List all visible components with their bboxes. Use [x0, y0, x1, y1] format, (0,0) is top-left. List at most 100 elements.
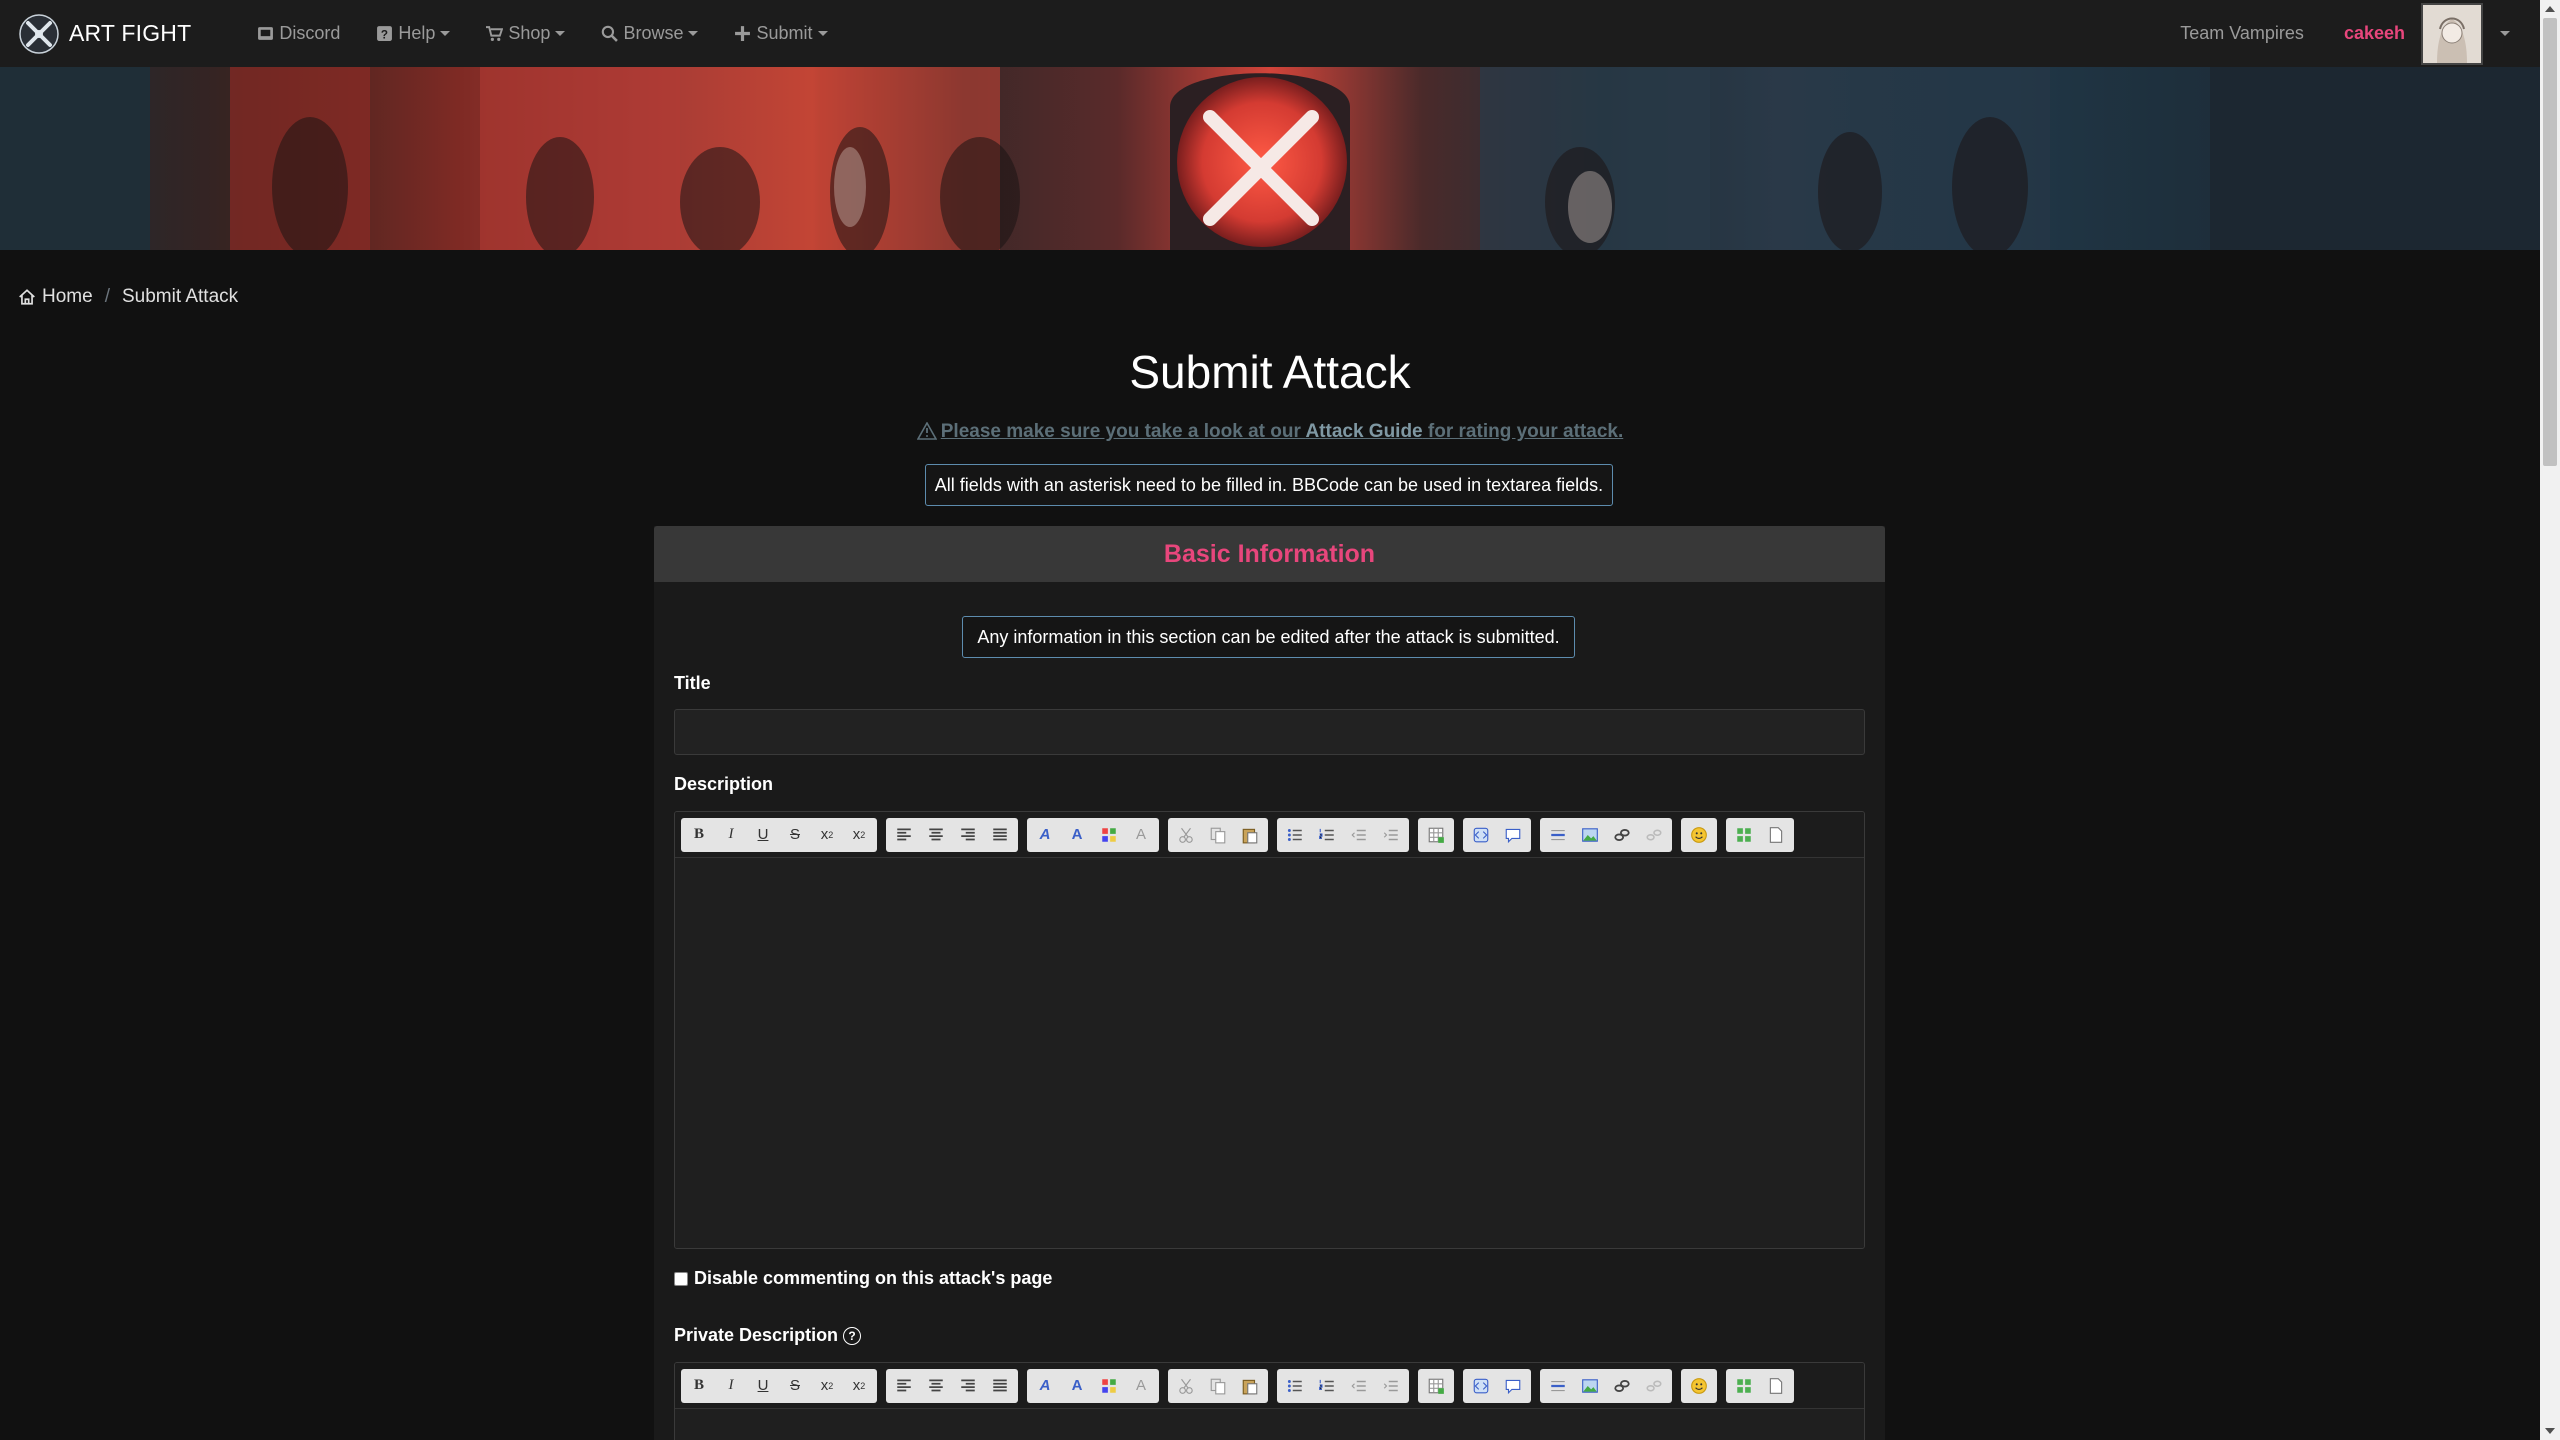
cart-icon	[486, 26, 504, 41]
image-icon[interactable]	[1574, 1371, 1606, 1401]
toolbar-group	[1463, 817, 1531, 852]
remove-format-icon[interactable]: A	[1125, 820, 1157, 850]
chevron-down-icon	[817, 31, 828, 36]
align-right-icon[interactable]	[952, 1371, 984, 1401]
source-icon[interactable]	[1760, 820, 1792, 850]
scroll-down-arrow-icon[interactable]	[2545, 1428, 2555, 1434]
link-icon[interactable]	[1606, 820, 1638, 850]
chevron-down-icon	[555, 31, 566, 36]
scroll-up-arrow-icon[interactable]	[2545, 6, 2555, 12]
description-toolbar: BIUSx2x2AAA	[675, 812, 1864, 858]
align-center-icon[interactable]	[920, 820, 952, 850]
font-icon[interactable]: A	[1029, 1371, 1061, 1401]
justify-icon[interactable]	[984, 1371, 1016, 1401]
underline-icon[interactable]: U	[747, 820, 779, 850]
horizontal-rule-icon[interactable]	[1542, 820, 1574, 850]
user-menu-chevron-icon[interactable]	[2500, 31, 2510, 36]
link-icon[interactable]	[1606, 1371, 1638, 1401]
title-input[interactable]	[674, 709, 1865, 755]
subscript-icon[interactable]: x2	[811, 1371, 843, 1401]
indent-icon[interactable]	[1375, 820, 1407, 850]
paste-icon[interactable]	[1234, 820, 1266, 850]
align-center-icon[interactable]	[920, 1371, 952, 1401]
attack-guide-link[interactable]: Attack Guide	[1305, 421, 1422, 442]
maximize-icon[interactable]	[1728, 820, 1760, 850]
font-size-icon[interactable]: A	[1061, 820, 1093, 850]
question-icon: ?	[377, 26, 393, 41]
avatar[interactable]	[2421, 2, 2483, 65]
bullet-list-icon[interactable]	[1279, 820, 1311, 850]
breadcrumb-current: Submit Attack	[121, 286, 239, 307]
outdent-icon[interactable]	[1343, 820, 1375, 850]
bold-icon[interactable]: B	[683, 820, 715, 850]
align-right-icon[interactable]	[952, 820, 984, 850]
code-icon[interactable]	[1465, 820, 1497, 850]
username-link[interactable]: cakeeh	[2344, 23, 2405, 44]
code-icon[interactable]	[1465, 1371, 1497, 1401]
emoji-icon[interactable]	[1683, 820, 1715, 850]
nav-shop[interactable]: Shop	[486, 23, 566, 44]
brand-name: ART FIGHT	[69, 20, 192, 46]
nav-browse[interactable]: Browse	[601, 23, 699, 44]
source-icon[interactable]	[1760, 1371, 1792, 1401]
nav-submit-label: Submit	[756, 23, 813, 43]
top-navbar: ART FIGHT Discord ? Help Shop Browse Sub…	[0, 0, 2540, 67]
breadcrumb-home-link[interactable]: Home	[42, 286, 93, 308]
ordered-list-icon[interactable]	[1311, 820, 1343, 850]
underline-icon[interactable]: U	[747, 1371, 779, 1401]
table-icon[interactable]	[1420, 1371, 1452, 1401]
color-icon[interactable]	[1093, 820, 1125, 850]
superscript-icon[interactable]: x2	[843, 820, 875, 850]
indent-icon[interactable]	[1375, 1371, 1407, 1401]
align-left-icon[interactable]	[888, 820, 920, 850]
description-editor[interactable]: BIUSx2x2AAA	[674, 811, 1865, 1249]
unlink-icon[interactable]	[1638, 820, 1670, 850]
page-scrollbar[interactable]	[2540, 0, 2560, 1440]
nav-help[interactable]: ? Help	[376, 23, 451, 44]
disable-comments-label[interactable]: Disable commenting on this attack's page	[694, 1268, 1052, 1289]
ordered-list-icon[interactable]	[1311, 1371, 1343, 1401]
color-icon[interactable]	[1093, 1371, 1125, 1401]
italic-icon[interactable]: I	[715, 820, 747, 850]
copy-icon[interactable]	[1202, 1371, 1234, 1401]
align-left-icon[interactable]	[888, 1371, 920, 1401]
search-icon	[602, 25, 619, 42]
team-link[interactable]: Team Vampires	[2180, 23, 2304, 44]
horizontal-rule-icon[interactable]	[1542, 1371, 1574, 1401]
private-description-textarea[interactable]	[675, 1409, 1864, 1440]
toolbar-group	[1726, 1368, 1794, 1403]
paste-icon[interactable]	[1234, 1371, 1266, 1401]
outdent-icon[interactable]	[1343, 1371, 1375, 1401]
remove-format-icon[interactable]: A	[1125, 1371, 1157, 1401]
cut-icon[interactable]	[1170, 1371, 1202, 1401]
strikethrough-icon[interactable]: S	[779, 820, 811, 850]
brand-link[interactable]: ART FIGHT	[18, 13, 191, 55]
quote-icon[interactable]	[1497, 820, 1529, 850]
art-fight-logo	[19, 13, 59, 54]
scroll-thumb[interactable]	[2543, 18, 2557, 466]
description-textarea[interactable]	[675, 858, 1864, 1248]
help-icon[interactable]: ?	[843, 1327, 862, 1345]
unlink-icon[interactable]	[1638, 1371, 1670, 1401]
emoji-icon[interactable]	[1683, 1371, 1715, 1401]
disable-comments-checkbox[interactable]	[674, 1271, 688, 1286]
private-description-editor[interactable]: BIUSx2x2AAA	[674, 1362, 1865, 1440]
cut-icon[interactable]	[1170, 820, 1202, 850]
justify-icon[interactable]	[984, 820, 1016, 850]
bold-icon[interactable]: B	[683, 1371, 715, 1401]
font-icon[interactable]: A	[1029, 820, 1061, 850]
nav-discord[interactable]: Discord	[257, 23, 340, 44]
nav-submit[interactable]: Submit	[734, 23, 828, 44]
quote-icon[interactable]	[1497, 1371, 1529, 1401]
image-icon[interactable]	[1574, 820, 1606, 850]
chevron-down-icon	[688, 31, 699, 36]
maximize-icon[interactable]	[1728, 1371, 1760, 1401]
bullet-list-icon[interactable]	[1279, 1371, 1311, 1401]
subscript-icon[interactable]: x2	[811, 820, 843, 850]
strikethrough-icon[interactable]: S	[779, 1371, 811, 1401]
superscript-icon[interactable]: x2	[843, 1371, 875, 1401]
table-icon[interactable]	[1420, 820, 1452, 850]
font-size-icon[interactable]: A	[1061, 1371, 1093, 1401]
italic-icon[interactable]: I	[715, 1371, 747, 1401]
copy-icon[interactable]	[1202, 820, 1234, 850]
